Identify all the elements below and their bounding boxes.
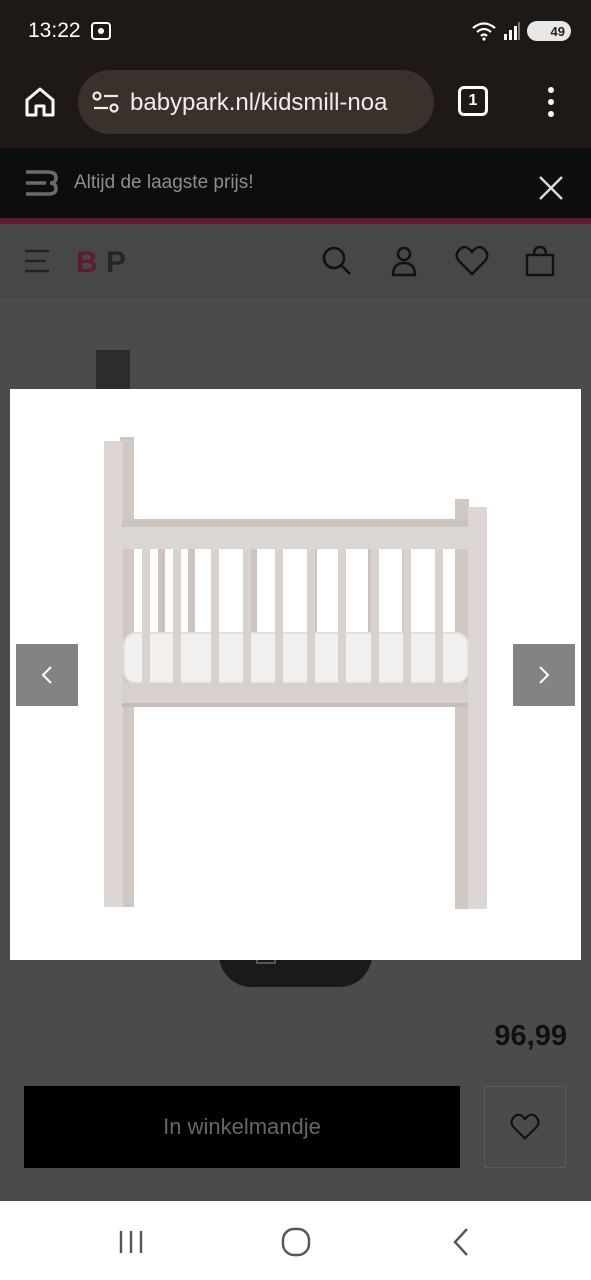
recents-icon[interactable] — [114, 1225, 148, 1259]
prev-image-button[interactable] — [16, 644, 78, 706]
background-gallery-edge — [96, 350, 130, 390]
url-text[interactable]: babypark.nl/kidsmill-noa — [130, 89, 426, 117]
status-icons: 49 — [471, 20, 571, 42]
promo-bar: Altijd de laagste prijs! — [0, 148, 591, 218]
signal-icon — [504, 22, 520, 40]
next-image-button[interactable] — [513, 644, 575, 706]
home-circle-icon[interactable] — [279, 1225, 313, 1259]
logo-letter-b: B — [76, 246, 98, 278]
back-icon[interactable] — [445, 1225, 479, 1259]
battery-icon: 49 — [527, 21, 571, 41]
add-to-cart-button[interactable]: In winkelmandje — [24, 1086, 460, 1168]
logo-letter-p: P — [106, 246, 126, 278]
site-header: B P — [0, 224, 591, 298]
heart-icon[interactable] — [455, 244, 489, 278]
wishlist-button[interactable] — [484, 1086, 566, 1168]
chevron-right-icon — [539, 666, 550, 684]
wifi-icon — [472, 22, 496, 41]
site-settings-icon[interactable] — [92, 90, 120, 114]
status-bar: 13:22 49 — [0, 0, 591, 62]
more-icon[interactable] — [538, 84, 564, 120]
chevron-left-icon — [41, 666, 52, 684]
promo-text: Altijd de laagste prijs! — [74, 172, 254, 193]
heart-icon — [510, 1113, 540, 1140]
address-bar[interactable]: babypark.nl/kidsmill-noa — [78, 70, 434, 134]
browser-toolbar: babypark.nl/kidsmill-noa 1 — [0, 62, 591, 148]
close-icon[interactable] — [536, 173, 566, 203]
search-icon[interactable] — [320, 244, 354, 278]
product-price: 96,99 — [494, 1020, 567, 1052]
system-navigation-bar — [0, 1201, 591, 1280]
battery-level: 49 — [550, 23, 565, 39]
cart-icon[interactable] — [523, 244, 557, 278]
promo-logo-icon — [26, 170, 58, 196]
tab-count: 1 — [468, 92, 478, 109]
tabs-icon[interactable]: 1 — [458, 86, 488, 116]
logo[interactable]: B P — [76, 244, 138, 278]
add-to-cart-label: In winkelmandje — [163, 1114, 321, 1139]
product-image-crib — [104, 437, 487, 909]
image-lightbox — [10, 389, 581, 960]
account-icon[interactable] — [387, 244, 421, 278]
screen-record-icon — [91, 22, 111, 40]
status-time: 13:22 — [28, 19, 81, 42]
menu-icon[interactable] — [22, 244, 56, 278]
home-icon[interactable] — [22, 84, 58, 120]
